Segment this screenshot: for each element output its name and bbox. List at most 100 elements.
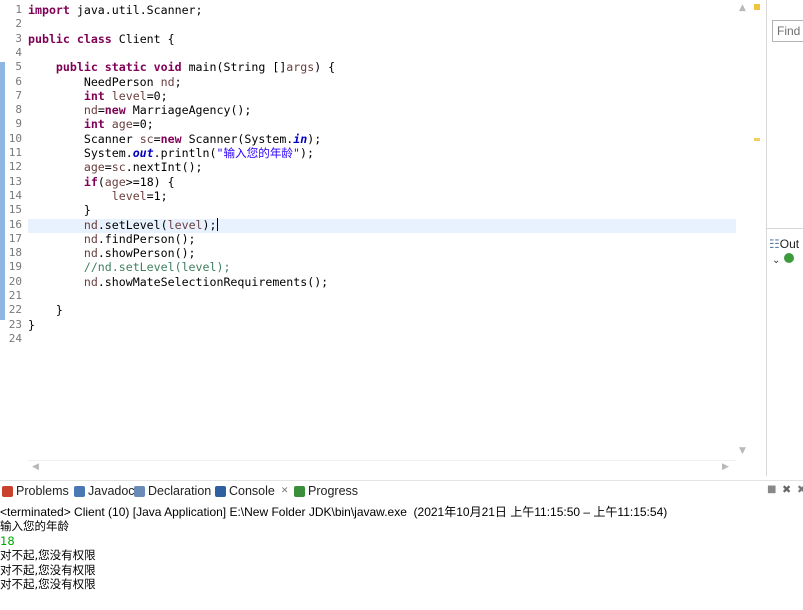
code-line[interactable]: level=1;: [28, 189, 168, 203]
code-token: (: [97, 174, 105, 189]
code-line[interactable]: nd.setLevel(level);: [28, 217, 218, 232]
console-output-line: 对不起,您没有权限: [0, 548, 96, 562]
code-token: ) {: [314, 60, 336, 75]
horizontal-scrollbar[interactable]: ◀ ▶: [28, 460, 736, 475]
code-token: nd: [83, 217, 98, 232]
code-token: //nd.setLevel(level);: [83, 260, 231, 275]
scroll-up-arrow-icon[interactable]: ▲: [739, 3, 746, 13]
code-token: }: [28, 203, 91, 218]
code-token: =0;: [146, 88, 168, 103]
code-line[interactable]: }: [28, 318, 35, 332]
code-token: ;: [174, 74, 182, 89]
code-line[interactable]: nd=new MarriageAgency();: [28, 103, 252, 118]
close-tab-icon[interactable]: ✕: [281, 486, 289, 496]
code-token: level: [111, 88, 147, 103]
code-line[interactable]: System.out.println("输入您的年龄");: [28, 146, 314, 160]
scroll-right-arrow-icon[interactable]: ▶: [722, 462, 729, 472]
code-line[interactable]: if(age>=18) {: [28, 175, 175, 189]
warning-marker-icon[interactable]: [754, 4, 760, 10]
code-token: nd: [83, 103, 98, 118]
code-line[interactable]: //nd.setLevel(level);: [28, 260, 231, 275]
code-token: new: [104, 103, 126, 118]
code-token: void: [153, 60, 182, 75]
code-token: sc: [111, 160, 126, 175]
console-icon: [215, 485, 226, 497]
scroll-left-arrow-icon[interactable]: ◀: [32, 462, 39, 472]
code-token: age: [83, 160, 105, 175]
code-line[interactable]: public class Client {: [28, 32, 175, 46]
vertical-scrollbar[interactable]: ▲ ▼: [736, 0, 752, 460]
code-token: nd: [160, 74, 175, 89]
code-token: java.util.Scanner;: [69, 3, 203, 17]
occurrence-marker-icon[interactable]: [754, 138, 760, 141]
code-token: age: [104, 174, 126, 189]
code-line[interactable]: }: [28, 203, 91, 217]
console-output-line: 18: [0, 533, 15, 548]
change-ruler-bar: [0, 62, 5, 320]
code-token: =: [97, 103, 105, 118]
outline-expand-chevron-icon[interactable]: ⌄: [772, 255, 780, 266]
code-line[interactable]: int level=0;: [28, 89, 168, 103]
line-number: 24: [8, 331, 22, 345]
remove-all-icon[interactable]: ✖: [797, 483, 803, 496]
tab-declaration[interactable]: Declaration: [134, 484, 211, 498]
code-token: MarriageAgency();: [125, 103, 252, 118]
class-node-icon[interactable]: [784, 253, 794, 263]
code-line[interactable]: public static void main(String []args) {: [28, 60, 335, 74]
overview-ruler[interactable]: [752, 0, 765, 476]
code-line[interactable]: NeedPerson nd;: [28, 75, 182, 89]
code-token: args: [286, 60, 315, 75]
code-line[interactable]: int age=0;: [28, 117, 154, 131]
tab-javadoc[interactable]: Javadoc: [74, 484, 135, 498]
code-line[interactable]: nd.showMateSelectionRequirements();: [28, 275, 328, 289]
code-editor[interactable]: 1 2 3 4 5 6 7 8 9 10 11 12 13 14 15 16 17 18 19 20 21 22 23 24 …: [0, 0, 765, 476]
console-output-line: 输入您的年龄: [0, 519, 69, 533]
outline-view-header[interactable]: ☷Out ⌄: [766, 228, 803, 266]
code-token: sc: [139, 131, 154, 146]
code-line[interactable]: age=sc.nextInt();: [28, 160, 203, 174]
code-token: >=18) {: [125, 174, 175, 189]
console-output-line: 对不起,您没有权限: [0, 562, 96, 577]
tab-label: Progress: [308, 484, 359, 498]
code-token: =: [104, 160, 112, 175]
scroll-down-arrow-icon[interactable]: ▼: [739, 446, 746, 456]
javadoc-icon: [74, 485, 85, 497]
tab-progress[interactable]: Progress: [294, 484, 358, 498]
tab-label: Declaration: [148, 484, 212, 498]
code-token: age: [111, 117, 133, 132]
code-line[interactable]: nd.showPerson();: [28, 246, 196, 260]
code-line[interactable]: }: [28, 303, 63, 317]
code-token: =1;: [146, 188, 168, 203]
code-token: if: [83, 174, 98, 189]
console-view[interactable]: <terminated> Client (10) [Java Applicati…: [0, 502, 803, 610]
code-token: .findPerson();: [97, 231, 196, 246]
code-token: .setLevel(: [97, 217, 168, 232]
tab-label: Problems: [16, 484, 69, 498]
progress-icon: [294, 485, 305, 497]
code-token: Scanner(System.: [181, 131, 294, 146]
find-input[interactable]: Find: [772, 20, 803, 42]
remove-launch-icon[interactable]: ✖: [782, 483, 791, 496]
code-token: nd: [83, 231, 98, 246]
code-token: =: [153, 131, 161, 146]
console-terminate-icon[interactable]: ■: [767, 484, 776, 495]
code-token: .nextInt();: [125, 160, 203, 175]
code-line[interactable]: Scanner sc=new Scanner(System.in);: [28, 132, 321, 146]
tab-console[interactable]: Console ✕: [215, 484, 288, 498]
code-token: static: [104, 60, 147, 75]
code-token: );: [202, 217, 217, 232]
code-token: public: [28, 31, 70, 46]
tab-problems[interactable]: Problems: [2, 484, 69, 498]
code-line[interactable]: nd.findPerson();: [28, 232, 196, 246]
code-line[interactable]: import java.util.Scanner;: [28, 3, 203, 17]
code-token: in: [293, 131, 308, 146]
code-area[interactable]: import java.util.Scanner; public class Cl…: [28, 0, 736, 460]
